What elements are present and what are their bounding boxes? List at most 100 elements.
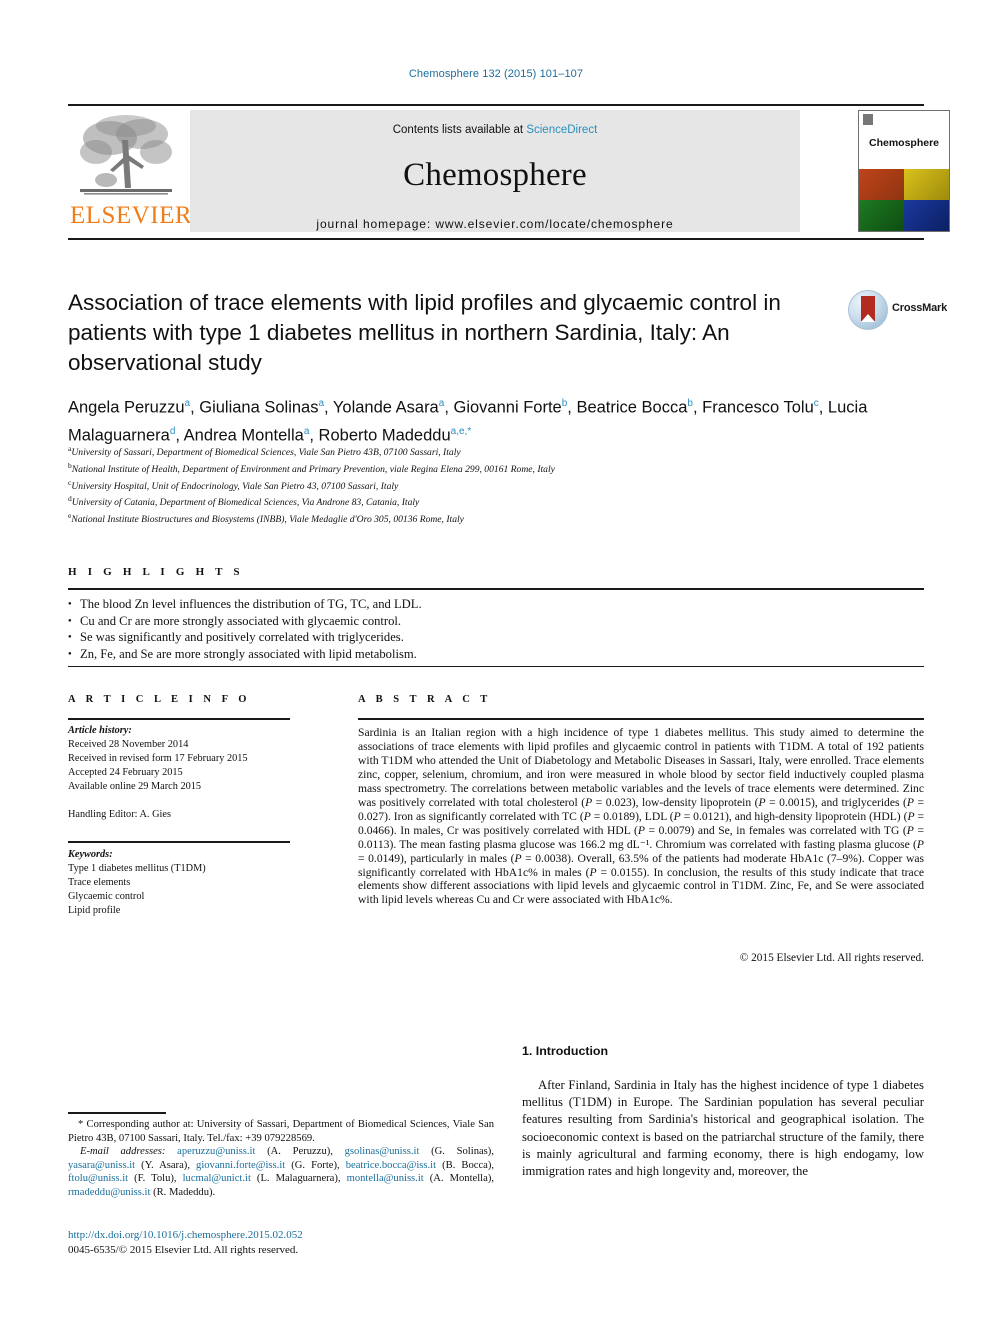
cover-quadrant-green: [859, 200, 904, 231]
affiliation-item: aUniversity of Sassari, Department of Bi…: [68, 443, 938, 460]
crossmark-ribbon-icon: [861, 296, 875, 322]
footnote-rule: [68, 1112, 166, 1114]
contents-available-line: Contents lists available at ScienceDirec…: [190, 124, 800, 136]
author-name: Giuliana Solinas: [199, 398, 319, 417]
author-affiliation-mark: a: [438, 398, 445, 409]
highlight-item: Cu and Cr are more strongly associated w…: [68, 613, 924, 630]
email-link[interactable]: beatrice.bocca@iss.it: [346, 1160, 436, 1171]
article-history-label: Article history:: [68, 725, 132, 736]
article-history-block: Article history: Received 28 November 201…: [68, 724, 298, 822]
affiliation-item: cUniversity Hospital, Unit of Endocrinol…: [68, 477, 938, 494]
affiliation-item: dUniversity of Catania, Department of Bi…: [68, 493, 938, 510]
cover-quadrant-orange: [859, 169, 904, 200]
cover-image-grid: [859, 169, 949, 231]
page-title: Association of trace elements with lipid…: [68, 290, 781, 375]
author-affiliation-mark: a: [184, 398, 191, 409]
crossmark-circle-icon: [848, 290, 888, 330]
sciencedirect-link[interactable]: ScienceDirect: [526, 124, 597, 136]
author-affiliation-mark: b: [687, 398, 693, 409]
article-history-item: Received in revised form 17 February 201…: [68, 753, 248, 764]
footnote-block: * Corresponding author at: University of…: [68, 1118, 494, 1200]
author-affiliation-mark: a: [318, 398, 325, 409]
crossmark-label: CrossMark: [892, 302, 948, 314]
affiliation-text: University of Sassari, Department of Bio…: [71, 447, 461, 459]
email-link[interactable]: rmadeddu@uniss.it: [68, 1187, 150, 1198]
highlight-item: Zn, Fe, and Se are more strongly associa…: [68, 646, 924, 663]
email-owner: (F. Tolu),: [128, 1173, 183, 1185]
cover-quadrant-blue: [904, 200, 949, 231]
contents-prefix: Contents lists available at: [392, 124, 527, 136]
email-owner: (B. Bocca),: [436, 1159, 495, 1171]
cover-top: Chemosphere: [859, 111, 949, 169]
handling-editor: Handling Editor: A. Gies: [68, 809, 171, 820]
journal-name: Chemosphere: [403, 157, 587, 193]
article-history-item: Received 28 November 2014: [68, 739, 189, 750]
author-affiliation-mark: c: [813, 398, 819, 409]
introduction-text: After Finland, Sardinia in Italy has the…: [522, 1078, 924, 1179]
cover-small-icon: [863, 114, 873, 125]
email-link[interactable]: lucmal@unict.it: [183, 1173, 251, 1184]
journal-cover-thumbnail[interactable]: Chemosphere: [858, 110, 950, 232]
corresponding-author-note: * Corresponding author at: University of…: [68, 1119, 494, 1144]
author-name: Beatrice Bocca: [576, 398, 688, 417]
keyword-item: Trace elements: [68, 877, 131, 888]
author-affiliation-mark: a: [303, 425, 310, 437]
email-link[interactable]: ftolu@uniss.it: [68, 1173, 128, 1184]
header-top-rule: [68, 104, 924, 106]
email-link[interactable]: aperuzzu@uniss.it: [177, 1146, 255, 1157]
affiliation-list: aUniversity of Sassari, Department of Bi…: [68, 443, 938, 527]
affiliation-item: eNational Institute Biostructures and Bi…: [68, 510, 938, 527]
email-addresses-note: E-mail addresses: aperuzzu@uniss.it (A. …: [68, 1145, 494, 1199]
author-affiliation-mark: b: [561, 398, 568, 409]
doi-link[interactable]: http://dx.doi.org/10.1016/j.chemosphere.…: [68, 1228, 494, 1243]
affiliation-text: University of Catania, Department of Bio…: [71, 497, 420, 509]
issn-copyright-line: 0045-6535/© 2015 Elsevier Ltd. All right…: [68, 1243, 299, 1256]
journal-citation-line: Chemosphere 132 (2015) 101–107: [408, 68, 584, 80]
email-owner: (L. Malaguarnera),: [250, 1173, 347, 1185]
author-name: Francesco Tolu: [702, 398, 814, 417]
author-name: Giovanni Forte: [453, 398, 562, 417]
elsevier-tree-icon: [76, 112, 176, 200]
email-owner: (Y. Asara),: [135, 1159, 197, 1171]
article-history-item: Accepted 24 February 2015: [68, 767, 183, 778]
keyword-item: Type 1 diabetes mellitus (T1DM): [68, 863, 206, 874]
paper-page: Chemosphere 132 (2015) 101–107 ELSEVIER …: [0, 0, 992, 1323]
abstract-copyright: © 2015 Elsevier Ltd. All rights reserved…: [739, 952, 924, 964]
keywords-label: Keywords:: [68, 849, 113, 860]
header-bottom-rule: [68, 238, 924, 240]
elsevier-logo[interactable]: ELSEVIER: [68, 110, 192, 232]
author-name: Angela Peruzzu: [68, 398, 185, 417]
highlights-heading: H I G H L I G H T S: [68, 566, 244, 578]
email-owner: (A. Montella),: [423, 1173, 494, 1185]
email-owner: (A. Peruzzu),: [255, 1146, 345, 1158]
keywords-rule: [68, 841, 290, 843]
journal-homepage[interactable]: journal homepage: www.elsevier.com/locat…: [190, 217, 800, 231]
affiliation-text: National Institute of Health, Department…: [71, 463, 555, 475]
email-link[interactable]: giovanni.forte@iss.it: [196, 1160, 285, 1171]
crossmark-badge[interactable]: CrossMark: [848, 290, 947, 332]
email-link[interactable]: yasara@uniss.it: [68, 1160, 135, 1171]
email-owner: (G. Solinas),: [419, 1146, 494, 1158]
keyword-item: Glycaemic control: [68, 891, 145, 902]
author-affiliation-mark: d: [169, 425, 176, 437]
email-addresses-label: E-mail addresses:: [80, 1146, 178, 1158]
author-name: Andrea Montella: [183, 426, 304, 444]
email-link[interactable]: gsolinas@uniss.it: [345, 1146, 420, 1157]
affiliation-text: National Institute Biostructures and Bio…: [71, 514, 464, 526]
highlights-bottom-rule: [68, 666, 924, 667]
article-info-heading: A R T I C L E I N F O: [68, 694, 251, 705]
author-affiliation-mark: a,e,*: [450, 425, 472, 437]
affiliation-text: University Hospital, Unit of Endocrinolo…: [71, 480, 399, 492]
abstract-heading: A B S T R A C T: [358, 694, 492, 705]
affiliation-item: bNational Institute of Health, Departmen…: [68, 460, 938, 477]
highlights-top-rule: [68, 588, 924, 590]
keyword-item: Lipid profile: [68, 905, 121, 916]
cover-title: Chemosphere: [868, 137, 940, 149]
article-info-rule: [68, 718, 290, 720]
journal-title-band: Contents lists available at ScienceDirec…: [190, 110, 800, 232]
author-list: Angela Peruzzua, Giuliana Solinasa, Yola…: [68, 398, 868, 444]
email-link[interactable]: montella@uniss.it: [347, 1173, 424, 1184]
author-name: Yolande Asara: [332, 398, 439, 417]
highlight-item: Se was significantly and positively corr…: [68, 629, 924, 646]
